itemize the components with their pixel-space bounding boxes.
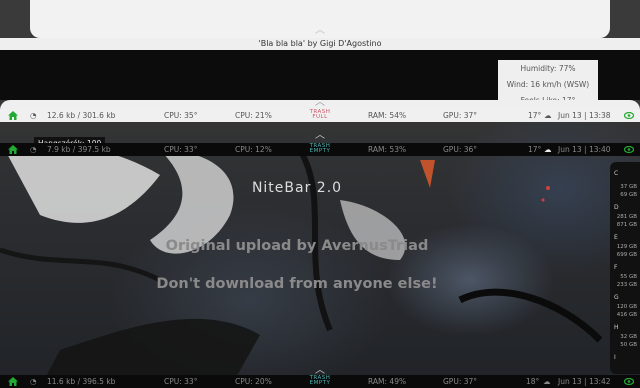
network-icon: ◔: [30, 111, 37, 120]
disk-total: 699 GB: [616, 252, 637, 258]
status-bar-2: ◔ 7.9 kb / 397.5 kb CPU: 33° CPU: 12% TR…: [0, 143, 640, 156]
weather-temp[interactable]: 17°: [528, 109, 541, 122]
date-time[interactable]: Jun 13 | 13:38: [558, 109, 611, 122]
disk-letter: C: [614, 170, 619, 177]
weather-icon[interactable]: ☁: [543, 375, 551, 388]
now-playing-title: 'Bla bla bla' by Gigi D'Agostino: [258, 39, 382, 48]
disk-used: 55 GB: [620, 274, 637, 280]
eye-icon[interactable]: [624, 146, 634, 153]
net-speed: 12.6 kb / 301.6 kb: [47, 111, 116, 120]
disk-total: 69 GB: [620, 192, 637, 198]
home-icon[interactable]: [8, 111, 18, 120]
trash-state: FULL: [312, 114, 328, 120]
disk-letter: G: [614, 294, 619, 301]
trash-state: EMPTY: [309, 148, 331, 154]
disk-used: 32 GB: [620, 334, 637, 340]
weather-temp[interactable]: 18°: [526, 375, 539, 388]
cpu-temp: CPU: 33°: [164, 145, 198, 154]
disk-used: 281 GB: [616, 214, 637, 220]
weather-wind: Wind: 16 km/h (WSW): [506, 80, 590, 89]
cpu-usage: CPU: 20%: [235, 377, 272, 386]
cpu-usage: CPU: 21%: [235, 111, 272, 120]
chevron-up-icon[interactable]: ︿: [313, 98, 327, 108]
disk-letter: H: [614, 324, 619, 331]
disk-letter: D: [614, 204, 619, 211]
gpu-temp: GPU: 37°: [443, 377, 478, 386]
gpu-temp: GPU: 36°: [443, 145, 478, 154]
ram-usage: RAM: 54%: [368, 111, 407, 120]
weather-humidity: Humidity: 77%: [520, 64, 576, 73]
trash-state: EMPTY: [309, 380, 331, 386]
center-warning: Don't download from anyone else!: [156, 276, 438, 292]
disk-sidebar[interactable]: C 37 GB 69 GB D 281 GB 871 GB E 129 GB 6…: [610, 162, 640, 374]
status-bar-3: ◔ 11.6 kb / 396.5 kb CPU: 33° CPU: 20% T…: [0, 375, 640, 388]
now-playing-bar[interactable]: 'Bla bla bla' by Gigi D'Agostino: [0, 38, 640, 50]
eye-icon[interactable]: [624, 112, 634, 119]
trash-button[interactable]: TRASH EMPTY: [306, 143, 334, 154]
home-icon[interactable]: [8, 377, 18, 386]
network-icon: ◔: [30, 145, 37, 154]
center-credit: Original upload by AvernusTriad: [165, 238, 429, 254]
gpu-temp: GPU: 37°: [443, 111, 478, 120]
eye-icon[interactable]: [624, 378, 634, 385]
center-title: NiteBar 2.0: [251, 180, 343, 196]
disk-total: 233 GB: [616, 282, 637, 288]
ram-usage: RAM: 53%: [368, 145, 407, 154]
trash-button[interactable]: TRASH FULL: [306, 109, 334, 120]
disk-letter: F: [614, 264, 618, 271]
disk-letter: I: [614, 354, 616, 361]
cpu-temp: CPU: 33°: [164, 377, 198, 386]
chevron-up-icon[interactable]: ︿: [313, 26, 327, 36]
disk-total: 50 GB: [620, 342, 637, 348]
weather-temp[interactable]: 17°: [528, 143, 541, 156]
weather-icon[interactable]: ☁: [544, 109, 552, 122]
status-bar-1: ◔ 12.6 kb / 301.6 kb CPU: 35° CPU: 21% T…: [0, 109, 640, 122]
disk-total: 416 GB: [616, 312, 637, 318]
disk-used: 120 GB: [616, 304, 637, 310]
net-speed: 7.9 kb / 397.5 kb: [47, 145, 111, 154]
weather-icon[interactable]: ☁: [544, 143, 552, 156]
date-time[interactable]: Jun 13 | 13:40: [558, 143, 611, 156]
cpu-usage: CPU: 12%: [235, 145, 272, 154]
trash-button[interactable]: TRASH EMPTY: [306, 375, 334, 386]
home-icon[interactable]: [8, 145, 18, 154]
disk-used: 129 GB: [616, 244, 637, 250]
date-time[interactable]: Jun 13 | 13:42: [558, 375, 611, 388]
net-speed: 11.6 kb / 396.5 kb: [47, 377, 116, 386]
disk-letter: E: [614, 234, 618, 241]
ram-usage: RAM: 49%: [368, 377, 407, 386]
disk-used: 37 GB: [620, 184, 637, 190]
network-icon: ◔: [30, 377, 37, 386]
cpu-temp: CPU: 35°: [164, 111, 198, 120]
disk-total: 871 GB: [616, 222, 637, 228]
chevron-up-icon[interactable]: ︿: [313, 131, 327, 141]
